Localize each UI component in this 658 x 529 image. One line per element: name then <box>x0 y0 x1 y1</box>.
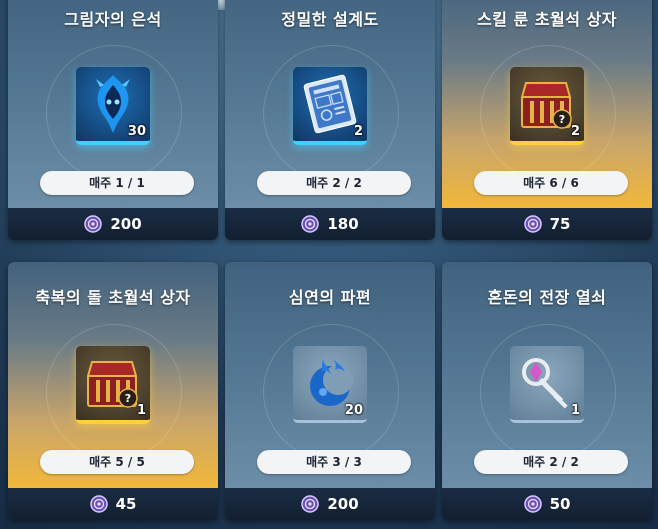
price-bar: 200 <box>8 208 218 240</box>
item-title: 축복의 돌 초월석 상자 <box>35 288 191 307</box>
purple-coin-icon <box>523 215 542 233</box>
item-frame[interactable]: 2 <box>293 67 367 145</box>
shop-item-card[interactable]: 스킬 룬 초월석 상자 ? 2 매주 6 / 6 75 <box>442 0 652 240</box>
weekly-limit-label: 매주 1 / 1 <box>40 171 194 195</box>
purple-coin-icon <box>301 495 320 513</box>
weekly-limit-label: 매주 6 / 6 <box>474 171 628 195</box>
weekly-limit-label: 매주 2 / 2 <box>257 171 411 195</box>
purple-coin-icon <box>84 215 103 233</box>
item-frame[interactable]: 20 <box>293 346 367 423</box>
shop-item-card[interactable]: 축복의 돌 초월석 상자 ? 1 매주 5 / 5 45 <box>8 262 218 520</box>
purple-coin-icon <box>301 215 320 233</box>
item-quantity: 2 <box>353 124 363 139</box>
item-frame[interactable]: ? 2 <box>510 67 584 145</box>
item-quantity: 1 <box>136 403 146 418</box>
shop-item-card[interactable]: 그림자의 은석 30 매주 1 / 1 200 <box>8 0 218 240</box>
weekly-limit-label: 매주 5 / 5 <box>40 450 194 474</box>
price-bar: 45 <box>8 488 218 520</box>
price-value: 45 <box>115 495 137 513</box>
price-value: 200 <box>110 215 142 233</box>
item-frame[interactable]: 1 <box>510 346 584 423</box>
price-value: 75 <box>549 215 571 233</box>
shop-item-card[interactable]: 혼돈의 전장 열쇠 1 매주 2 / 2 50 <box>442 262 652 520</box>
price-value: 180 <box>327 215 359 233</box>
item-quantity: 30 <box>127 124 146 139</box>
item-quantity: 1 <box>570 403 580 418</box>
shop-item-card[interactable]: 심연의 파편 20 매주 3 / 3 200 <box>225 262 435 520</box>
item-title: 혼돈의 전장 열쇠 <box>487 288 607 307</box>
price-bar: 75 <box>442 208 652 240</box>
item-frame[interactable]: ? 1 <box>76 346 150 424</box>
item-title: 스킬 룬 초월석 상자 <box>477 10 617 29</box>
item-title: 그림자의 은석 <box>64 10 162 29</box>
svg-text:?: ? <box>559 113 565 126</box>
price-bar: 200 <box>225 488 435 520</box>
item-title: 심연의 파편 <box>288 288 372 307</box>
weekly-limit-label: 매주 2 / 2 <box>474 450 628 474</box>
price-bar: 50 <box>442 488 652 520</box>
price-bar: 180 <box>225 208 435 240</box>
item-quantity: 2 <box>570 124 580 139</box>
svg-text:?: ? <box>125 392 131 405</box>
price-value: 50 <box>549 495 571 513</box>
item-quantity: 20 <box>344 403 363 418</box>
purple-coin-icon <box>523 495 542 513</box>
price-value: 200 <box>327 495 359 513</box>
weekly-limit-label: 매주 3 / 3 <box>257 450 411 474</box>
item-frame[interactable]: 30 <box>76 67 150 145</box>
shop-item-card[interactable]: 정밀한 설계도 2 매주 2 / 2 180 <box>225 0 435 240</box>
purple-coin-icon <box>89 495 108 513</box>
item-title: 정밀한 설계도 <box>281 10 379 29</box>
